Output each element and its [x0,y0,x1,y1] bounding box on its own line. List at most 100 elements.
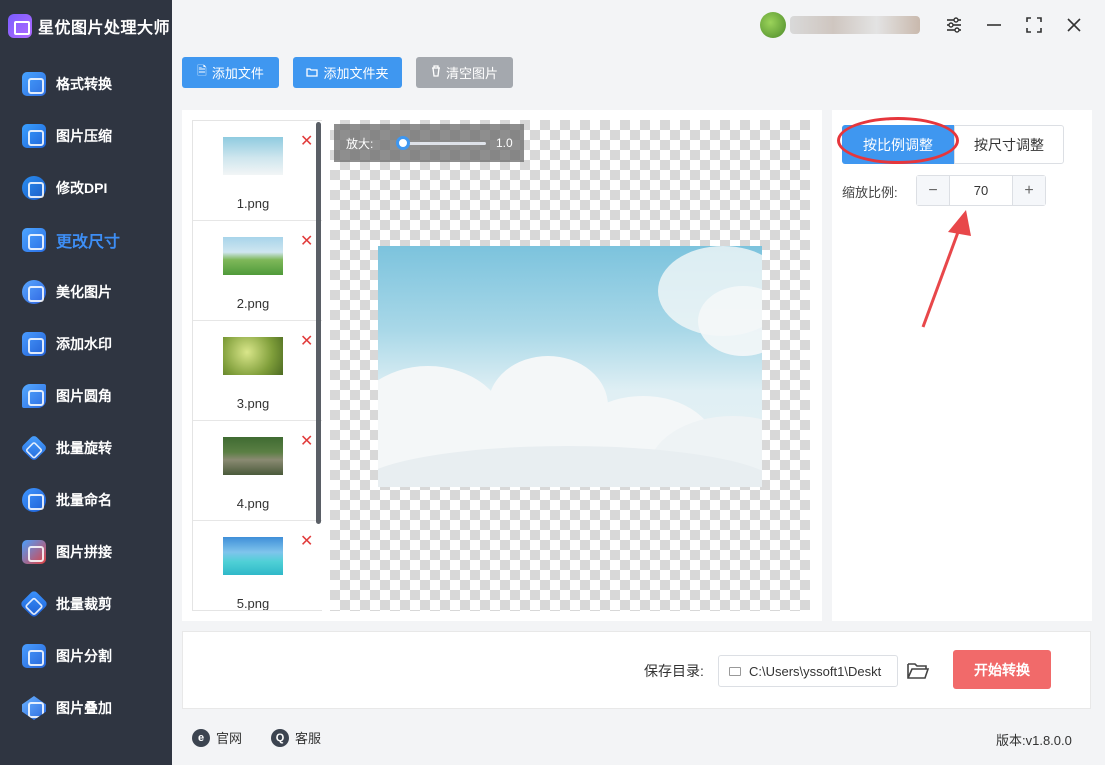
sidebar-item-label: 更改尺寸 [56,234,121,251]
sidebar-item-label: 美化图片 [56,284,112,300]
sidebar: 星优图片处理大师 格式转换 图片压缩 修改DPI 更改尺寸 美化图片 添加水印 … [0,0,172,765]
thumbnail-image [223,537,283,575]
file-list[interactable]: ✕ 1.png ✕ 2.png ✕ 3.png ✕ 4.png ✕ 5.png [192,120,322,611]
browse-folder-icon[interactable] [906,660,930,682]
thumbnail-image [223,437,283,475]
clear-images-button[interactable]: 清空图片 [416,57,513,88]
sidebar-item-label: 批量裁剪 [56,596,112,612]
list-item[interactable]: ✕ 1.png [193,121,322,221]
delete-icon[interactable]: ✕ [300,331,313,351]
increment-button[interactable]: + [1012,176,1045,205]
file-name: 4.png [236,496,270,511]
stitch-icon [22,540,46,564]
dpi-icon [22,176,46,200]
list-item[interactable]: ✕ 5.png [193,521,322,611]
delete-icon[interactable]: ✕ [300,531,313,551]
clear-images-label: 清空图片 [445,66,498,81]
sidebar-item-label: 添加水印 [56,336,112,352]
start-convert-button[interactable]: 开始转换 [953,650,1051,689]
sidebar-item-format-convert[interactable]: 格式转换 [0,58,172,110]
compress-icon [22,124,46,148]
sidebar-item-resize[interactable]: 更改尺寸 [0,214,172,266]
close-icon[interactable] [1061,12,1087,38]
preview-image [378,246,762,487]
folder-small-icon [729,666,741,676]
sidebar-item-label: 图片分割 [56,648,112,664]
thumbnail-image [223,237,283,275]
thumbnail-image [223,137,283,175]
list-item[interactable]: ✕ 4.png [193,421,322,521]
add-folder-button[interactable]: 添加文件夹 [293,57,402,88]
support-icon: Q [271,728,289,747]
zoom-slider[interactable] [396,136,486,150]
app-logo-icon [8,14,32,38]
beautify-icon [22,280,46,304]
user-info-blurred[interactable] [790,16,920,34]
avatar[interactable] [760,12,786,38]
watermark-icon [22,332,46,356]
tab-scale-size[interactable]: 按尺寸调整 [954,125,1064,164]
settings-icon[interactable] [941,12,967,38]
sidebar-item-beautify[interactable]: 美化图片 [0,266,172,318]
save-directory-value: C:\Users\yssoft1\Deskt [749,663,882,679]
file-name: 1.png [236,196,270,211]
sidebar-item-watermark[interactable]: 添加水印 [0,318,172,370]
delete-icon[interactable]: ✕ [300,131,313,151]
sidebar-item-rotate[interactable]: 批量旋转 [0,422,172,474]
list-item[interactable]: ✕ 2.png [193,221,322,321]
sidebar-item-rename[interactable]: 批量命名 [0,474,172,526]
format-convert-icon [22,72,46,96]
support-label: 客服 [295,731,322,746]
sidebar-nav: 格式转换 图片压缩 修改DPI 更改尺寸 美化图片 添加水印 图片圆角 批量旋转… [0,58,172,734]
sidebar-item-dpi[interactable]: 修改DPI [0,162,172,214]
file-name: 5.png [236,596,270,611]
sidebar-item-label: 批量命名 [56,492,112,508]
sidebar-item-label: 图片叠加 [56,700,112,716]
zoom-bar: 放大: 1.0 [334,124,524,162]
app-header: 星优图片处理大师 [0,0,172,52]
round-corner-icon [22,384,46,408]
version-text: 版本:v1.8.0.0 [996,733,1072,748]
file-name: 2.png [236,296,270,311]
support-link[interactable]: Q 客服 [271,728,321,747]
split-icon [22,644,46,668]
crop-icon [19,589,49,619]
overlay-icon [22,696,46,720]
sidebar-item-compress[interactable]: 图片压缩 [0,110,172,162]
file-icon: 🗎 [197,64,207,78]
file-list-scrollbar[interactable] [316,122,321,524]
sidebar-item-label: 图片圆角 [56,388,112,404]
highlight-ring [837,117,959,164]
zoom-value: 1.0 [496,136,513,150]
rotate-icon [20,434,48,462]
scale-ratio-label: 缩放比例: [842,185,898,200]
delete-icon[interactable]: ✕ [300,431,313,451]
sidebar-item-round-corner[interactable]: 图片圆角 [0,370,172,422]
zoom-slider-handle[interactable] [396,136,410,150]
folder-icon [306,66,319,80]
resize-icon [22,228,46,252]
sidebar-item-label: 图片拼接 [56,544,112,560]
sidebar-item-label: 批量旋转 [56,440,112,456]
save-directory-label: 保存目录: [644,663,704,679]
minimize-icon[interactable] [981,12,1007,38]
thumbnail-image [223,337,283,375]
add-file-button[interactable]: 🗎 添加文件 [182,57,279,88]
website-link[interactable]: e 官网 [192,728,242,747]
add-file-label: 添加文件 [211,66,264,81]
zoom-label: 放大: [346,136,374,151]
sidebar-item-label: 修改DPI [56,180,108,196]
sidebar-item-stitch[interactable]: 图片拼接 [0,526,172,578]
delete-icon[interactable]: ✕ [300,231,313,251]
rename-icon [22,488,46,512]
file-name: 3.png [236,396,270,411]
sidebar-item-overlay[interactable]: 图片叠加 [0,682,172,734]
sidebar-item-split[interactable]: 图片分割 [0,630,172,682]
browser-icon: e [192,728,210,747]
sidebar-item-crop[interactable]: 批量裁剪 [0,578,172,630]
annotation-arrow [921,210,971,328]
save-directory-field[interactable]: C:\Users\yssoft1\Deskt [718,655,898,687]
list-item[interactable]: ✕ 3.png [193,321,322,421]
app-title: 星优图片处理大师 [38,20,171,37]
maximize-icon[interactable] [1021,12,1047,38]
